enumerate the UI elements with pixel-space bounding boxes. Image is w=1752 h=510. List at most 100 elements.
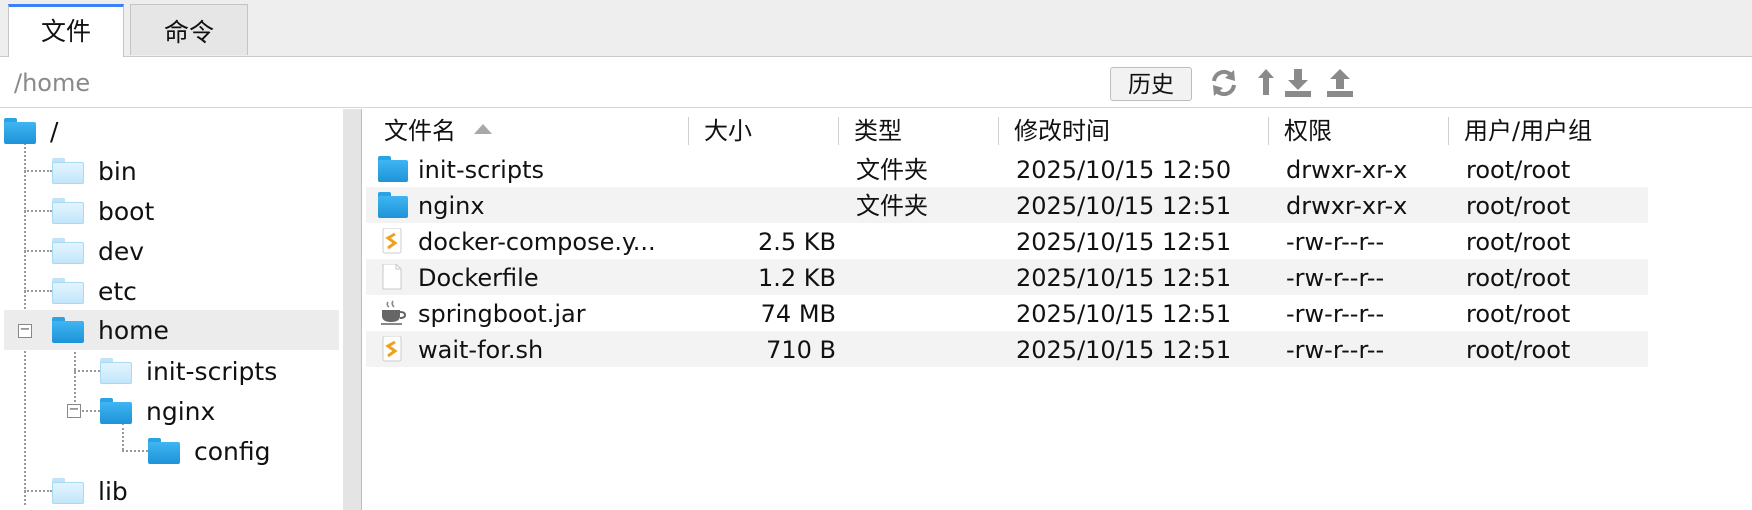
file-size (636, 151, 836, 187)
tree-node-boot[interactable]: boot (52, 191, 154, 231)
table-row[interactable]: Dockerfile 1.2 KB 2025/10/15 12:51 -rw-r… (366, 259, 1648, 295)
folder-icon (148, 438, 180, 464)
table-row[interactable]: wait-for.sh 710 B 2025/10/15 12:51 -rw-r… (366, 331, 1648, 367)
folder-icon (52, 317, 84, 343)
column-header-mtime[interactable]: 修改时间 (1014, 109, 1110, 147)
file-mtime: 2025/10/15 12:51 (1016, 264, 1232, 292)
table-row[interactable]: springboot.jar 74 MB 2025/10/15 12:51 -r… (366, 295, 1648, 331)
collapse-toggle-icon[interactable]: − (67, 403, 81, 418)
tree-node-label: init-scripts (146, 356, 278, 386)
file-type: 文件夹 (856, 156, 928, 184)
directory-tree: / bin boot dev etc home − init-scripts n… (0, 109, 343, 510)
file-size (636, 187, 836, 223)
file-mtime: 2025/10/15 12:51 (1016, 192, 1232, 220)
folder-icon (52, 158, 84, 184)
script-file-icon (382, 336, 402, 362)
download-icon[interactable] (1282, 67, 1314, 99)
column-divider[interactable] (838, 117, 839, 145)
column-divider[interactable] (688, 117, 689, 145)
file-permissions: -rw-r--r-- (1286, 336, 1385, 364)
tree-node-home[interactable]: home (4, 310, 339, 350)
tab-file[interactable]: 文件 (8, 4, 124, 57)
tree-node-root[interactable]: / (4, 111, 58, 151)
tree-connector (122, 450, 148, 452)
refresh-icon[interactable] (1208, 67, 1240, 99)
file-table: 文件名 大小 类型 修改时间 权限 用户/用户组 init-scripts 文件… (366, 109, 1752, 510)
column-divider[interactable] (998, 117, 999, 145)
tree-connector (74, 370, 100, 372)
column-header-owner[interactable]: 用户/用户组 (1464, 109, 1592, 147)
file-size: 1.2 KB (758, 264, 836, 292)
tree-connector (24, 170, 52, 172)
file-mtime: 2025/10/15 12:51 (1016, 336, 1232, 364)
tree-connector (24, 490, 52, 492)
column-header-type[interactable]: 类型 (854, 109, 902, 147)
tree-node-label: nginx (146, 396, 216, 426)
column-header-size[interactable]: 大小 (704, 109, 752, 147)
sort-ascending-icon (474, 124, 492, 134)
tree-node-etc[interactable]: etc (52, 271, 137, 311)
table-row[interactable]: init-scripts 文件夹 2025/10/15 12:50 drwxr-… (366, 151, 1648, 187)
tree-node-label: lib (98, 476, 128, 506)
tree-node-lib[interactable]: lib (52, 471, 128, 510)
column-header-permissions[interactable]: 权限 (1284, 109, 1332, 147)
tab-command[interactable]: 命令 (130, 4, 248, 55)
tree-node-init-scripts[interactable]: init-scripts (100, 351, 277, 391)
tree-connector (24, 250, 52, 252)
file-owner: root/root (1466, 156, 1571, 184)
script-file-icon (382, 228, 402, 254)
tree-node-label: dev (98, 236, 145, 266)
file-permissions: -rw-r--r-- (1286, 300, 1385, 328)
folder-icon (378, 192, 408, 218)
tree-node-label: bin (98, 156, 137, 186)
folder-icon (378, 156, 408, 182)
tree-node-label: home (98, 315, 169, 345)
tab-bar: 文件 命令 (0, 0, 1752, 57)
tree-node-label: / (50, 116, 59, 146)
column-header-name[interactable]: 文件名 (384, 109, 492, 147)
file-mtime: 2025/10/15 12:51 (1016, 228, 1232, 256)
tree-node-label: config (194, 436, 271, 466)
column-divider[interactable] (1448, 117, 1449, 145)
folder-icon (100, 358, 132, 384)
file-permissions: drwxr-xr-x (1286, 156, 1408, 184)
collapse-toggle-icon[interactable]: − (18, 323, 32, 338)
blank-file-icon (382, 264, 402, 290)
up-arrow-icon[interactable] (1250, 67, 1282, 99)
file-type: 文件夹 (856, 192, 928, 220)
tree-scrollbar[interactable] (343, 109, 362, 510)
path-input[interactable]: /home (14, 69, 90, 97)
tree-node-bin[interactable]: bin (52, 151, 137, 191)
java-jar-icon (381, 300, 406, 325)
file-size: 74 MB (760, 300, 836, 328)
folder-icon (100, 398, 132, 424)
folder-icon (52, 278, 84, 304)
folder-icon (52, 478, 84, 504)
tree-node-dev[interactable]: dev (52, 231, 144, 271)
folder-icon (52, 238, 84, 264)
folder-icon (52, 198, 84, 224)
file-size: 710 B (766, 336, 836, 364)
tree-connector (74, 343, 76, 410)
file-owner: root/root (1466, 300, 1571, 328)
file-owner: root/root (1466, 228, 1571, 256)
tree-node-config[interactable]: config (148, 431, 271, 471)
table-row[interactable]: nginx 文件夹 2025/10/15 12:51 drwxr-xr-x ro… (366, 187, 1648, 223)
file-owner: root/root (1466, 192, 1571, 220)
tree-connector (24, 290, 52, 292)
file-permissions: -rw-r--r-- (1286, 264, 1385, 292)
file-owner: root/root (1466, 336, 1571, 364)
tree-connector (24, 210, 52, 212)
file-mtime: 2025/10/15 12:51 (1016, 300, 1232, 328)
upload-icon[interactable] (1324, 67, 1356, 99)
path-toolbar: /home 历史 (0, 57, 1752, 108)
column-divider[interactable] (1268, 117, 1269, 145)
history-button[interactable]: 历史 (1110, 67, 1192, 101)
tree-node-nginx[interactable]: nginx (100, 391, 215, 431)
file-permissions: drwxr-xr-x (1286, 192, 1408, 220)
table-row[interactable]: docker-compose.y... 2.5 KB 2025/10/15 12… (366, 223, 1648, 259)
tree-node-label: boot (98, 196, 155, 226)
file-permissions: -rw-r--r-- (1286, 228, 1385, 256)
file-size: 2.5 KB (758, 228, 836, 256)
file-owner: root/root (1466, 264, 1571, 292)
